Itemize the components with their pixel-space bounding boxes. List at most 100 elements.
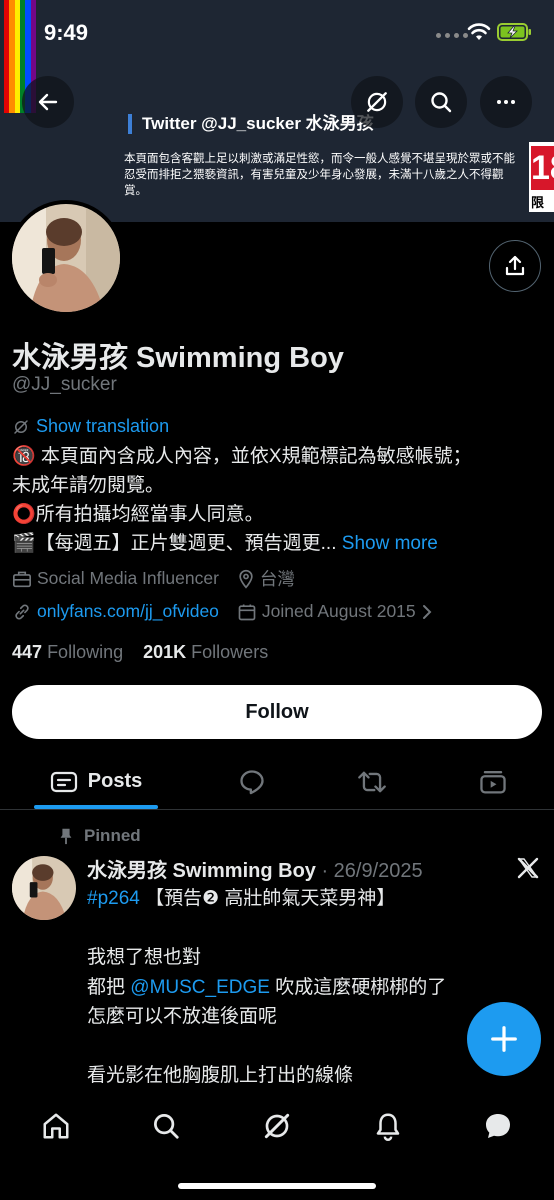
nav-home[interactable] [36, 1106, 76, 1146]
post-line-2: 我想了想也對 [87, 947, 202, 968]
pin-icon [60, 828, 72, 845]
show-more-link[interactable]: Show more [342, 533, 438, 554]
home-indicator [178, 1183, 376, 1189]
avatar-photo [12, 204, 120, 312]
follow-button[interactable]: Follow [12, 685, 542, 739]
back-button[interactable] [22, 76, 74, 128]
follow-counts: 447 Following 201K Followers [12, 642, 268, 663]
bio-line: 🎬【每週五】正片雙週更、預告週更... [12, 533, 337, 554]
plus-icon [491, 1026, 517, 1052]
grok-icon [14, 419, 28, 434]
post-line-4: 怎麼可以不放進後面呢 [87, 1006, 278, 1027]
category-item: Social Media Influencer [12, 568, 219, 589]
tab-posts-label: Posts [87, 770, 143, 792]
wifi-icon [467, 23, 491, 40]
rating-label: 限 [531, 195, 545, 210]
x-logo-icon [517, 857, 539, 879]
following-label: Following [47, 642, 124, 662]
tab-reposts[interactable] [350, 754, 394, 809]
show-translation-label: Show translation [36, 416, 170, 436]
display-name: 水泳男孩 Swimming Boy [12, 342, 344, 374]
post-line-3: 都把 @MUSC_EDGE 吹成這麼硬梆梆的了 [87, 973, 527, 1003]
profile-tabs: Posts [0, 754, 554, 810]
home-icon [43, 1113, 69, 1139]
search-icon [431, 92, 452, 113]
nav-explore[interactable] [146, 1106, 186, 1146]
link-icon [15, 603, 29, 620]
post-text-segment: 吹成這麼硬梆梆的了 [269, 976, 447, 998]
location-item: 台灣 [237, 566, 295, 591]
chevron-right-icon [422, 604, 432, 619]
share-icon [505, 255, 525, 276]
post-text-segment: 都把 [87, 976, 131, 998]
following-count: 447 [12, 642, 43, 662]
profile-bio: 🔞 本頁面內含成人內容，並依X規範標記為敏感帳號； 未成年請勿閱覽。 ⭕️所有拍… [12, 442, 542, 558]
messages-icon [486, 1114, 510, 1138]
location-pin-icon [239, 569, 253, 589]
calendar-icon [238, 604, 256, 620]
post-date[interactable]: · 26/9/2025 [321, 860, 422, 882]
grok-button[interactable] [351, 76, 403, 128]
back-arrow-icon [38, 93, 58, 111]
category-label: Social Media Influencer [37, 568, 219, 588]
more-button[interactable] [480, 76, 532, 128]
post-line-1: #p264 【預告❷ 高壯帥氣天菜男神】 [87, 884, 527, 914]
joined-item[interactable]: Joined August 2015 [237, 601, 433, 622]
profile-meta-row-2: onlyfans.com/jj_ofvideo Joined August 20… [12, 601, 451, 622]
explore-icon [154, 1114, 179, 1139]
tab-posts[interactable]: Posts [34, 754, 158, 809]
bio-line: ⭕️所有拍攝均經當事人同意。 [12, 504, 264, 525]
joined-date: Joined August 2015 [261, 601, 416, 621]
compose-post-button[interactable] [467, 1002, 541, 1076]
status-time: 9:49 [44, 20, 89, 45]
bio-line: 🔞 本頁面內含成人內容，並依X規範標記為敏感帳號； [12, 446, 472, 467]
pinned-label: Pinned [84, 826, 141, 845]
grok-icon [264, 1113, 290, 1139]
followers-count: 201K [143, 642, 187, 662]
age-rating-badge: 18 限 [529, 142, 554, 212]
tab-media[interactable] [471, 754, 515, 809]
profile-avatar[interactable] [8, 200, 124, 316]
banner-warning-text: 本頁面包含客觀上足以刺激或滿足性慾，而令一般人感覺不堪呈現於眾或不能忍受而排拒之… [124, 153, 515, 197]
followers-link[interactable]: 201K Followers [143, 642, 268, 662]
notifications-icon [376, 1113, 400, 1141]
rating-number: 18 [531, 146, 554, 190]
nav-grok[interactable] [257, 1106, 297, 1146]
pinned-indicator: Pinned [58, 826, 141, 846]
website-link[interactable]: onlyfans.com/jj_ofvideo [37, 601, 219, 622]
mention-link[interactable]: @MUSC_EDGE [130, 977, 270, 998]
post-author-avatar[interactable] [12, 856, 76, 920]
post-text-segment: 【預告❷ 高壯帥氣天菜男神】 [139, 888, 396, 909]
post-text: #p264 【預告❷ 高壯帥氣天菜男神】 我想了想也對 都把 @MUSC_EDG… [87, 884, 527, 1091]
share-button[interactable] [489, 240, 541, 292]
post-header: 水泳男孩 Swimming Boy · 26/9/2025 [87, 854, 423, 883]
show-translation-link[interactable]: Show translation [12, 416, 169, 437]
posts-icon [50, 771, 77, 792]
nav-messages[interactable] [478, 1106, 518, 1146]
media-video-icon [480, 770, 506, 794]
tab-replies[interactable] [230, 754, 274, 809]
post-author-name[interactable]: 水泳男孩 Swimming Boy [87, 860, 316, 882]
banner-title: Twitter @JJ_sucker 水泳男孩 [128, 114, 374, 134]
location-label: 台灣 [259, 569, 295, 589]
status-bar: 9:49 [0, 0, 554, 64]
reply-bubble-icon [240, 769, 264, 794]
briefcase-icon [13, 571, 31, 587]
search-button[interactable] [415, 76, 467, 128]
signal-dots-icon [436, 33, 468, 38]
bio-line: 未成年請勿閱覽。 [12, 475, 165, 496]
repost-icon [358, 771, 386, 792]
active-tab-indicator [34, 805, 158, 809]
nav-notifications[interactable] [368, 1106, 408, 1146]
hashtag-link[interactable]: #p264 [87, 888, 140, 909]
user-handle: @JJ_sucker [12, 374, 117, 395]
website-item[interactable]: onlyfans.com/jj_ofvideo [12, 601, 219, 622]
profile-meta-row-1: Social Media Influencer 台灣 [12, 566, 313, 591]
more-icon [497, 100, 515, 104]
grok-icon [367, 92, 387, 112]
battery-charging-icon [497, 23, 531, 41]
following-link[interactable]: 447 Following [12, 642, 123, 662]
followers-label: Followers [191, 642, 269, 662]
